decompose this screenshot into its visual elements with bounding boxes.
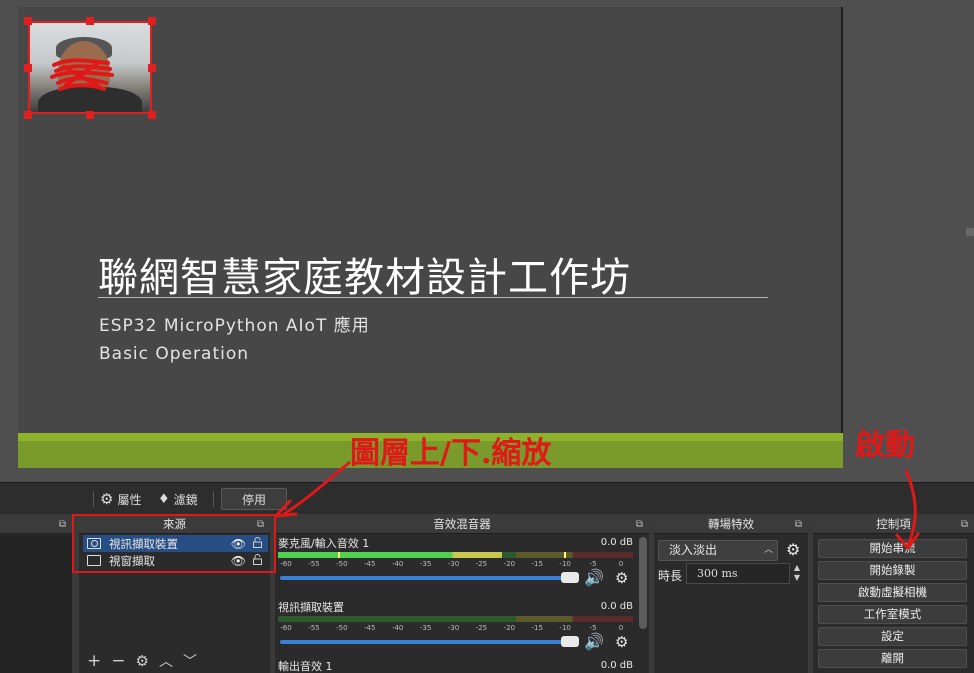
obs-window: 聯網智慧家庭教材設計工作坊 ESP32 MicroPython AIoT 應用 … — [0, 0, 974, 673]
annotation-arrows — [274, 460, 920, 550]
arrow-to-start — [904, 469, 917, 547]
arrowhead-start — [895, 532, 920, 550]
arrow-to-sources — [283, 460, 351, 516]
